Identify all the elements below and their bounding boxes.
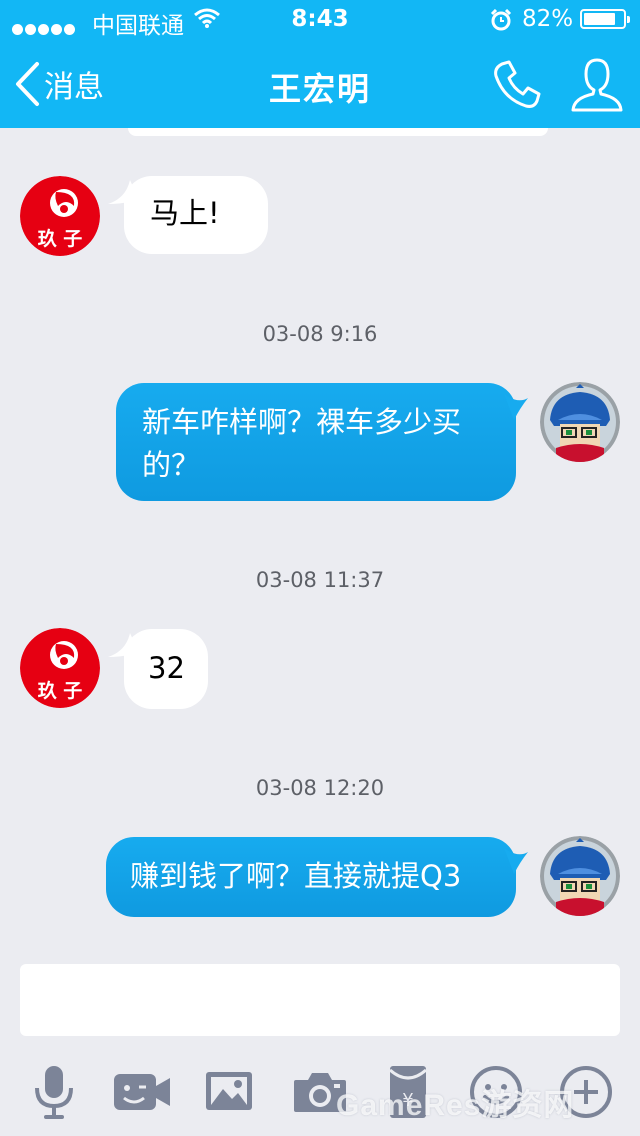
message-text: 赚到钱了啊？直接就提Q3 <box>130 859 462 893</box>
previous-message-bubble <box>128 128 548 136</box>
avatar-logo-icon: 玖 子 <box>20 628 100 708</box>
outgoing-message-bubble[interactable]: 新车咋样啊？裸车多少买 的？ <box>116 383 516 501</box>
microphone-icon <box>35 1066 73 1119</box>
message-input[interactable] <box>20 964 620 1036</box>
image-button[interactable] <box>198 1060 262 1124</box>
bubble-tail <box>108 180 138 204</box>
avatar-logo-icon: 玖 子 <box>20 176 100 256</box>
watermark: GameRes游资网 <box>336 1089 575 1122</box>
status-bar: 中国联通 8:43 82% <box>0 0 640 40</box>
alarm-clock-icon <box>490 9 512 31</box>
phone-call-button[interactable] <box>490 58 544 112</box>
my-avatar[interactable] <box>540 836 620 916</box>
message-text-line: 新车咋样啊？裸车多少买 <box>142 405 462 439</box>
incoming-message-bubble[interactable]: 马上! <box>124 176 268 254</box>
contact-avatar[interactable]: 玖 子 <box>20 176 100 256</box>
video-call-icon <box>114 1074 170 1110</box>
cartoon-avatar-icon <box>540 382 620 462</box>
bubble-tail <box>108 633 138 657</box>
contact-avatar[interactable]: 玖 子 <box>20 628 100 708</box>
cartoon-avatar-icon <box>540 836 620 916</box>
chat-title: 王宏明 <box>268 70 371 108</box>
battery-icon <box>580 9 630 29</box>
image-icon <box>206 1072 252 1110</box>
contact-profile-button[interactable] <box>570 56 624 114</box>
profile-icon <box>571 58 623 112</box>
video-call-button[interactable] <box>110 1060 174 1124</box>
avatar-text: 玖 子 <box>38 679 83 702</box>
nav-bar: 消息 王宏明 <box>0 40 640 128</box>
message-text-line: 的？ <box>142 448 201 482</box>
bubble-tail <box>504 848 528 874</box>
avatar-text: 玖 子 <box>38 227 83 250</box>
phone-icon <box>494 60 541 108</box>
message-text: 32 <box>148 651 185 685</box>
outgoing-message-bubble[interactable]: 赚到钱了啊？直接就提Q3 <box>106 837 516 917</box>
message-text: 马上! <box>150 196 220 230</box>
message-timestamp: 03-08 12:20 <box>255 776 385 800</box>
battery-percent: 82% <box>522 6 574 32</box>
bubble-tail <box>504 394 528 420</box>
my-avatar[interactable] <box>540 382 620 462</box>
voice-button[interactable] <box>22 1060 86 1124</box>
message-timestamp: 03-08 9:16 <box>262 322 378 346</box>
header: 中国联通 8:43 82% 消息 王宏明 <box>0 0 640 128</box>
message-timestamp: 03-08 11:37 <box>255 568 385 592</box>
